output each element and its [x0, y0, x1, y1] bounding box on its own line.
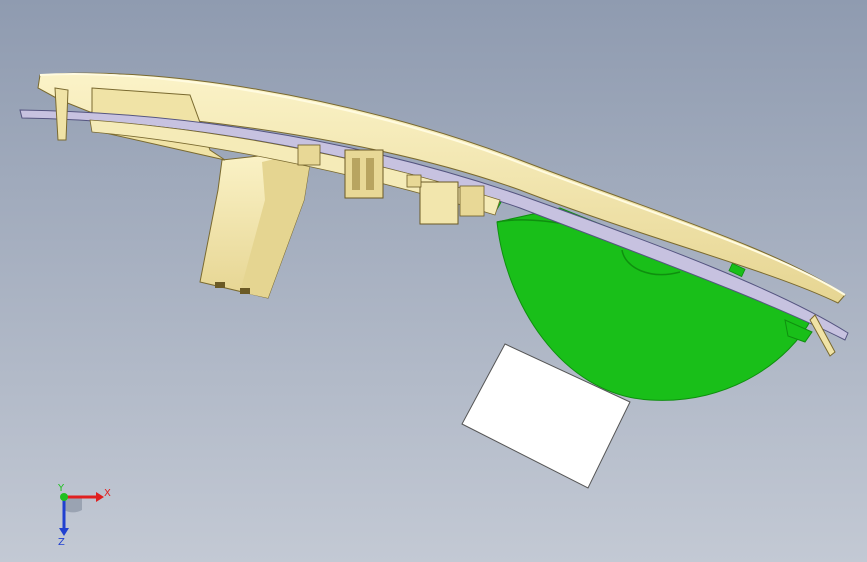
y-axis-label: Y: [57, 483, 65, 494]
y-axis-dot: [60, 493, 68, 501]
coordinate-triad: X Y Z: [57, 483, 111, 548]
cad-viewport[interactable]: X Y Z: [0, 0, 867, 562]
z-axis-arrow: [59, 528, 69, 536]
x-axis-arrow: [96, 492, 104, 502]
z-axis-label: Z: [58, 537, 65, 548]
x-axis-label: X: [104, 488, 111, 499]
